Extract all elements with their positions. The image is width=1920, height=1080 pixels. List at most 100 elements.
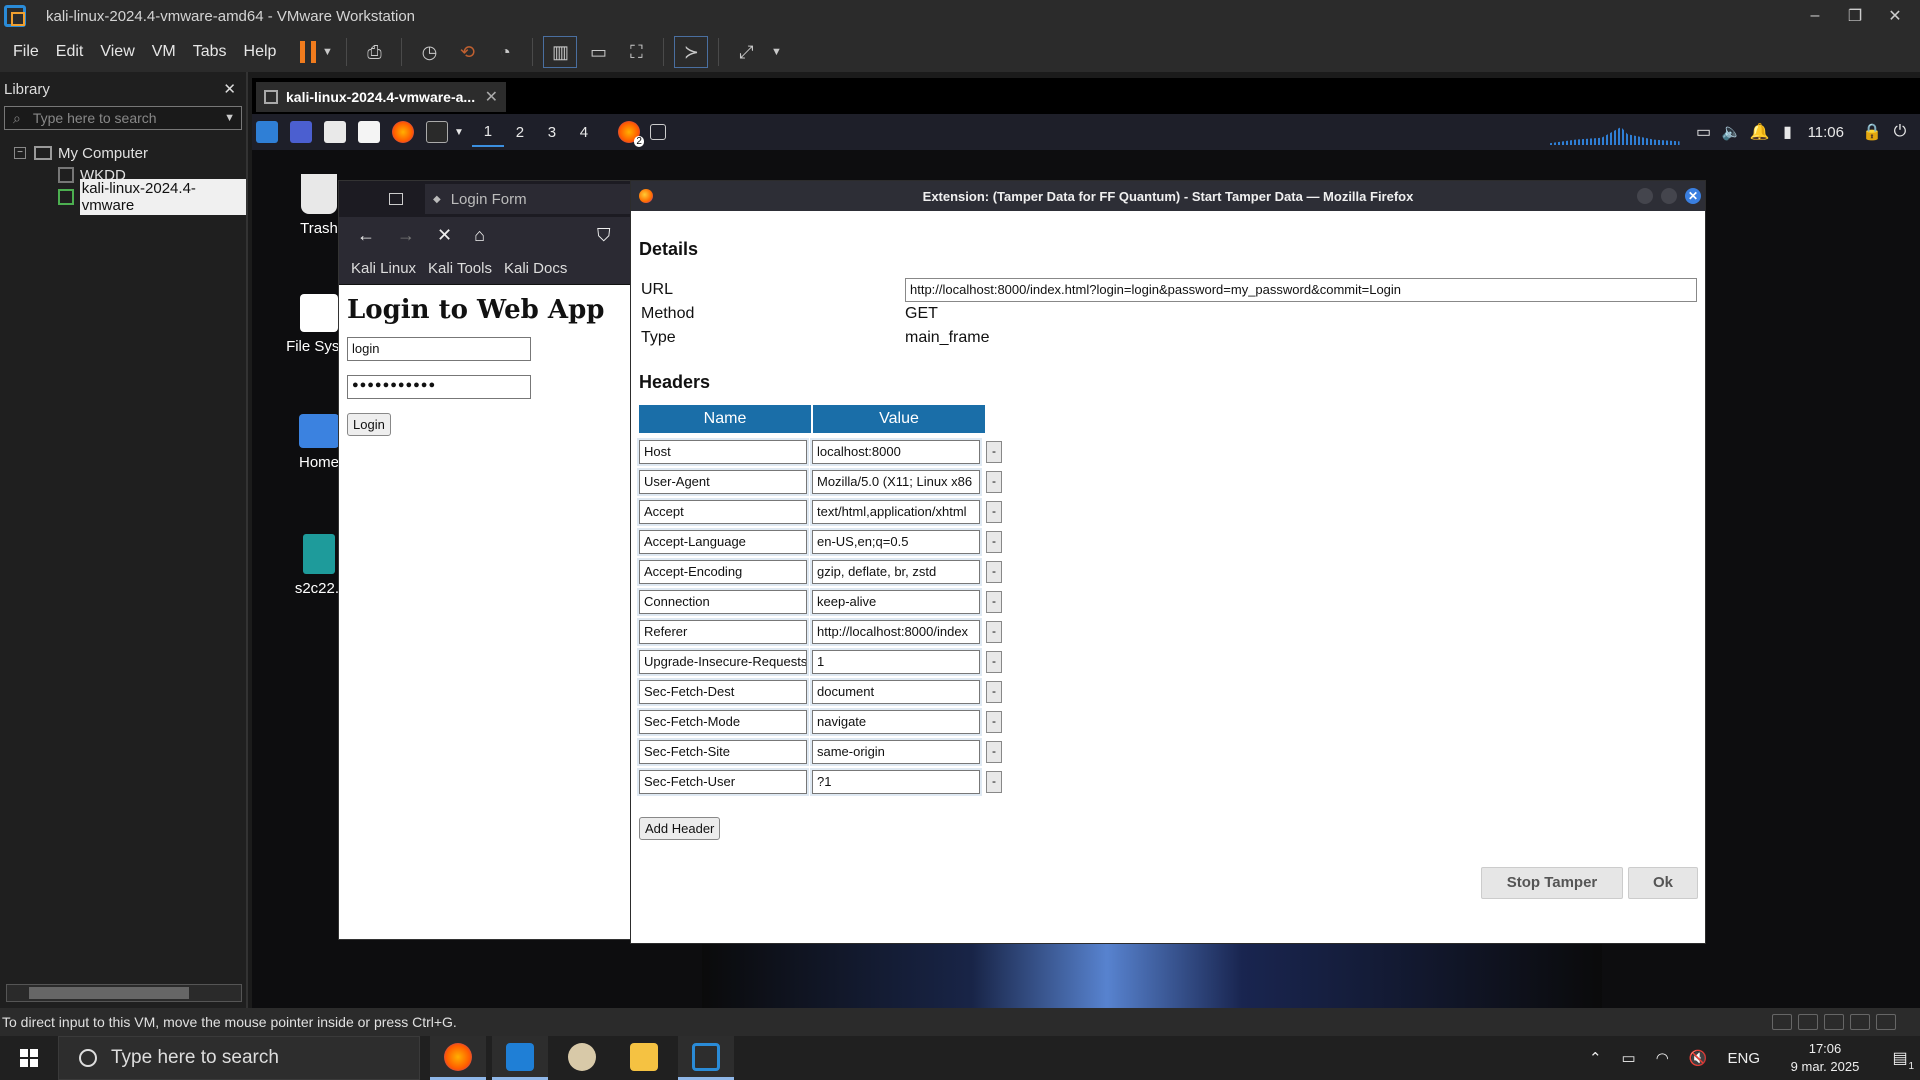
login-input[interactable]: login — [347, 337, 531, 361]
taskbar-clock[interactable]: 17:06 9 mar. 2025 — [1782, 1040, 1868, 1076]
file-manager-icon[interactable] — [324, 121, 346, 143]
back-icon[interactable]: ← — [357, 225, 375, 246]
start-button[interactable] — [0, 1036, 58, 1080]
header-value-input[interactable]: localhost:8000 — [812, 440, 980, 464]
menu-vm[interactable]: VM — [152, 43, 176, 61]
header-name-input[interactable]: Upgrade-Insecure-Requests — [639, 650, 807, 674]
chevron-down-icon[interactable]: ▼ — [454, 127, 464, 138]
taskbar-vscode[interactable] — [492, 1036, 548, 1080]
header-value-input[interactable]: navigate — [812, 710, 980, 734]
tab-login-form[interactable]: ◆ Login Form — [425, 184, 637, 214]
header-name-input[interactable]: Sec-Fetch-User — [639, 770, 807, 794]
pause-dropdown-icon[interactable]: ▼ — [318, 36, 336, 68]
stretch-guest-icon[interactable]: ⤢ — [729, 36, 763, 68]
remove-header-button[interactable]: - — [986, 471, 1002, 493]
remove-header-button[interactable]: - — [986, 771, 1002, 793]
header-value-input[interactable]: gzip, deflate, br, zstd — [812, 560, 980, 584]
workspace-2[interactable]: 2 — [504, 124, 536, 141]
bookmark-kali-tools[interactable]: Kali Tools — [428, 260, 492, 277]
home-icon[interactable]: ⌂ — [474, 225, 485, 246]
header-name-input[interactable]: Accept — [639, 500, 807, 524]
terminal-icon[interactable] — [426, 121, 448, 143]
scrollbar-thumb[interactable] — [29, 987, 189, 999]
bookmark-kali-docs[interactable]: Kali Docs — [504, 260, 567, 277]
header-value-input[interactable]: 1 — [812, 650, 980, 674]
taskbar-firefox[interactable] — [430, 1036, 486, 1080]
library-scrollbar[interactable] — [6, 984, 242, 1002]
header-value-input[interactable]: en-US,en;q=0.5 — [812, 530, 980, 554]
ok-button[interactable]: Ok — [1628, 867, 1698, 899]
power-icon[interactable]: ⏻ — [1886, 123, 1914, 141]
minimize-icon[interactable] — [1637, 188, 1653, 204]
password-input[interactable]: ●●●●●●●●●●● — [347, 375, 531, 399]
workspace-3[interactable]: 3 — [536, 124, 568, 141]
remove-header-button[interactable]: - — [986, 711, 1002, 733]
remove-header-button[interactable]: - — [986, 501, 1002, 523]
revert-snapshot-icon[interactable]: ⟲ — [450, 36, 484, 68]
header-name-input[interactable]: Host — [639, 440, 807, 464]
header-value-input[interactable]: same-origin — [812, 740, 980, 764]
menu-file[interactable]: File — [13, 43, 39, 61]
pause-vm-icon[interactable] — [300, 41, 317, 63]
taskbar-paint[interactable] — [554, 1036, 610, 1080]
remove-header-button[interactable]: - — [986, 681, 1002, 703]
display-icon[interactable] — [1876, 1014, 1896, 1030]
header-value-input[interactable]: text/html,application/xhtml — [812, 500, 980, 524]
library-search-input[interactable]: ⌕ Type here to search ▼ — [4, 106, 242, 130]
thumbnail-bar-icon[interactable]: ▭ — [581, 36, 615, 68]
remove-header-button[interactable]: - — [986, 561, 1002, 583]
header-value-input[interactable]: Mozilla/5.0 (X11; Linux x86 — [812, 470, 980, 494]
close-icon[interactable]: ✕ — [1685, 188, 1701, 204]
stop-loading-icon[interactable]: ✕ — [437, 225, 452, 246]
sound-card-icon[interactable] — [1850, 1014, 1870, 1030]
header-value-input[interactable]: http://localhost:8000/index — [812, 620, 980, 644]
taskbar-vmware[interactable] — [678, 1036, 734, 1080]
battery-icon[interactable]: ▮ — [1774, 122, 1802, 142]
usb-icon[interactable] — [1824, 1014, 1844, 1030]
wifi-icon[interactable]: ◠ — [1656, 1049, 1669, 1067]
remove-header-button[interactable]: - — [986, 531, 1002, 553]
console-view-icon[interactable]: ≻ — [674, 36, 709, 68]
stop-tamper-button[interactable]: Stop Tamper — [1481, 867, 1623, 899]
network-adapter-icon[interactable] — [1798, 1014, 1818, 1030]
workspace-1[interactable]: 1 — [471, 117, 504, 147]
restore-button[interactable]: ❐ — [1840, 6, 1870, 26]
stretch-dropdown-icon[interactable]: ▼ — [767, 36, 785, 68]
remove-header-button[interactable]: - — [986, 441, 1002, 463]
battery-icon[interactable]: ▭ — [1622, 1049, 1636, 1067]
language-indicator[interactable]: ENG — [1727, 1050, 1760, 1067]
header-name-input[interactable]: Referer — [639, 620, 807, 644]
hard-disk-icon[interactable] — [1772, 1014, 1792, 1030]
minimize-button[interactable]: – — [1800, 7, 1830, 25]
menu-view[interactable]: View — [100, 43, 134, 61]
terminal-task-icon[interactable] — [649, 124, 666, 140]
vm-tab-close-icon[interactable]: ✕ — [485, 87, 498, 107]
collapse-icon[interactable]: − — [14, 147, 26, 159]
show-desktop-icon[interactable] — [290, 121, 312, 143]
full-screen-icon[interactable]: ⛶ — [619, 36, 653, 68]
show-library-icon[interactable]: ▥ — [543, 36, 578, 68]
chevron-down-icon[interactable]: ▼ — [224, 112, 235, 124]
url-input[interactable]: http://localhost:8000/index.html?login=l… — [905, 278, 1697, 302]
header-name-input[interactable]: Sec-Fetch-Dest — [639, 680, 807, 704]
volume-icon[interactable]: 🔈 — [1718, 122, 1746, 142]
header-name-input[interactable]: User-Agent — [639, 470, 807, 494]
tree-item-my-computer[interactable]: − My Computer — [0, 142, 246, 164]
header-name-input[interactable]: Accept-Language — [639, 530, 807, 554]
workspace-4[interactable]: 4 — [568, 124, 600, 141]
tab-list-icon[interactable] — [389, 193, 403, 205]
taskbar-file-explorer[interactable] — [616, 1036, 672, 1080]
menu-help[interactable]: Help — [244, 43, 277, 61]
library-close-icon[interactable]: ✕ — [223, 80, 236, 98]
kali-menu-icon[interactable] — [256, 121, 278, 143]
lock-icon[interactable]: 🔒 — [1858, 122, 1886, 142]
maximize-icon[interactable] — [1661, 188, 1677, 204]
add-header-button[interactable]: Add Header — [639, 817, 721, 840]
notification-bell-icon[interactable]: 🔔 — [1746, 122, 1774, 142]
forward-icon[interactable]: → — [397, 225, 415, 246]
header-name-input[interactable]: Sec-Fetch-Site — [639, 740, 807, 764]
close-button[interactable]: ✕ — [1880, 6, 1910, 26]
login-button[interactable]: Login — [347, 413, 391, 436]
header-value-input[interactable]: ?1 — [812, 770, 980, 794]
vm-tab[interactable]: kali-linux-2024.4-vmware-a... ✕ — [256, 82, 506, 112]
